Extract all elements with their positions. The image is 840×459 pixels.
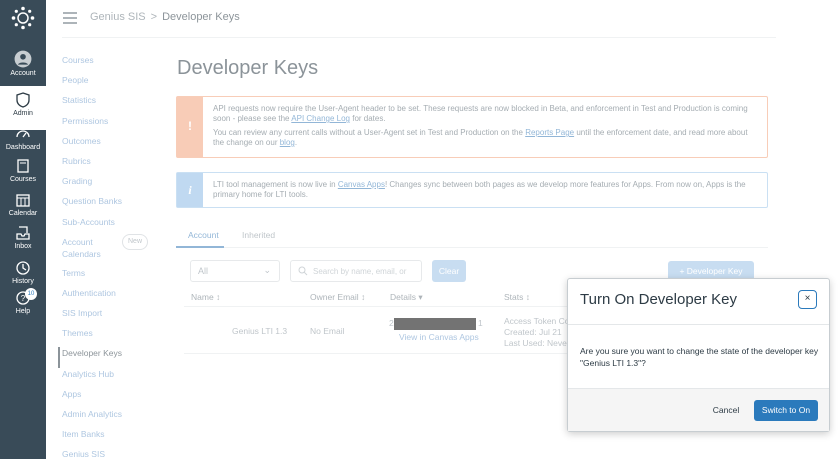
close-icon[interactable]: ×: [798, 290, 817, 309]
dashboard-icon: [16, 130, 30, 138]
modal-header: Turn On Developer Key ×: [568, 279, 829, 325]
cancel-button[interactable]: Cancel: [706, 400, 746, 421]
switch-to-on-button[interactable]: Switch to On: [754, 400, 818, 421]
global-nav: Account Admin Dashboard Courses Calendar…: [0, 0, 46, 459]
inbox-icon: [16, 226, 30, 240]
nav-help[interactable]: ? Help 10: [0, 284, 46, 328]
modal-footer: Cancel Switch to On: [568, 388, 829, 431]
clock-icon: [16, 261, 30, 275]
turn-on-key-modal: Turn On Developer Key × Are you sure you…: [567, 278, 830, 432]
account-icon: [14, 50, 32, 68]
nav-account[interactable]: Account: [0, 46, 46, 90]
book-icon: [17, 159, 29, 173]
help-badge: 10: [25, 288, 37, 300]
modal-message: Are you sure you want to change the stat…: [580, 346, 819, 368]
canvas-logo-icon[interactable]: [11, 6, 35, 30]
modal-title: Turn On Developer Key: [580, 291, 738, 308]
shield-icon: [16, 92, 30, 108]
calendar-icon: [16, 194, 30, 207]
